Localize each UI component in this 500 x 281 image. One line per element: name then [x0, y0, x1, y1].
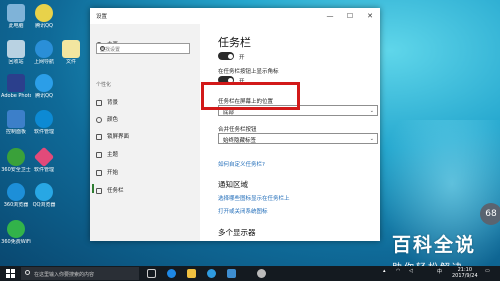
- desktop-icon-control-panel[interactable]: 控制面板: [1, 110, 31, 135]
- chevron-down-icon: ⌄: [369, 108, 374, 114]
- desktop-icon-file[interactable]: 文件: [56, 40, 86, 65]
- search-icon: [100, 46, 105, 51]
- close-button[interactable]: ✕: [360, 8, 380, 24]
- picture-icon: [96, 99, 102, 106]
- volume-icon[interactable]: ◁: [409, 268, 413, 274]
- notification-heading: 通知区域: [218, 180, 248, 189]
- floating-badge[interactable]: 68: [480, 203, 500, 225]
- desktop-icon-photoshop[interactable]: Adobe Photosh: [1, 74, 31, 99]
- desktop-icon-qqbrowser[interactable]: QQ浏览器: [29, 183, 59, 208]
- desktop-icon-software[interactable]: 软件管理: [29, 110, 59, 135]
- desktop-icon-recycle-bin[interactable]: 回收站: [1, 40, 31, 65]
- file-icon: [62, 40, 80, 58]
- search-input[interactable]: 查找设置: [96, 43, 190, 54]
- task-view-icon[interactable]: [147, 269, 156, 278]
- folder-icon[interactable]: [187, 269, 196, 278]
- sidebar-item-taskbar[interactable]: 任务栏: [96, 186, 124, 194]
- wifi-icon: [7, 220, 25, 238]
- browser-icon: [7, 183, 25, 201]
- network-icon[interactable]: ▴: [383, 268, 386, 274]
- 360-icon: [7, 148, 25, 166]
- desktop-icon-this-pc[interactable]: 此电脑: [1, 4, 31, 29]
- title-bar: 设置 — ☐ ✕: [90, 8, 380, 24]
- desktop-icon-software2[interactable]: 软件管理: [29, 146, 59, 173]
- system-icons-link[interactable]: 打开或关闭系统图标: [218, 207, 268, 215]
- palette-icon: [96, 116, 102, 123]
- highlight-box: [201, 82, 300, 110]
- start-button[interactable]: [6, 269, 15, 278]
- recycle-bin-icon: [7, 40, 25, 58]
- sidebar-item-themes[interactable]: 主题: [96, 150, 118, 158]
- combine-label: 合并任务栏按钮: [218, 127, 257, 133]
- settings-window: 设置 — ☐ ✕ 主页 查找设置 个性化 背景 颜色 锁屏界面 主题 开始 任务…: [90, 8, 380, 241]
- customize-link[interactable]: 如何自定义任务栏?: [218, 160, 265, 168]
- sidebar: 主页 查找设置 个性化 背景 颜色 锁屏界面 主题 开始 任务栏: [90, 24, 200, 241]
- desktop-icon-qq2[interactable]: 腾讯QQ: [29, 74, 59, 99]
- combine-select[interactable]: 始终隐藏标签 ⌄: [218, 133, 378, 144]
- desktop-icon-360browser[interactable]: 360浏览器: [1, 183, 31, 208]
- brush-icon: [96, 151, 102, 158]
- active-indicator: [92, 184, 94, 193]
- maximize-button[interactable]: ☐: [340, 8, 360, 24]
- taskbar-icon: [96, 187, 102, 194]
- qq-icon: [35, 4, 53, 22]
- settings-gear-icon[interactable]: [257, 269, 266, 278]
- watermark-title: 百科全说: [392, 234, 477, 256]
- taskbar-search[interactable]: 在这里输入你要搜索的内容: [21, 267, 139, 280]
- software-manager-icon: [33, 146, 55, 168]
- action-center-icon[interactable]: ▭: [485, 268, 490, 274]
- desktop-icon-360[interactable]: 360安全卫士: [1, 148, 31, 173]
- browser-taskbar-icon[interactable]: [207, 269, 216, 278]
- edge-icon[interactable]: [167, 269, 176, 278]
- lock-taskbar-toggle[interactable]: [218, 52, 234, 60]
- select-icons-link[interactable]: 选择哪些图标显示在任务栏上: [218, 194, 290, 202]
- clock[interactable]: 21:10 2017/9/24: [452, 267, 478, 279]
- computer-icon: [7, 4, 25, 22]
- chevron-down-icon: ⌄: [369, 136, 374, 142]
- toggle1-state: 开: [239, 55, 245, 61]
- language-indicator[interactable]: 中: [437, 268, 442, 275]
- lock-screen-icon: [96, 133, 102, 140]
- shield-icon: [35, 110, 53, 128]
- wifi-tray-icon[interactable]: ◠: [396, 268, 400, 274]
- section-label: 个性化: [96, 82, 112, 88]
- start-icon: [96, 169, 102, 176]
- taskbar: 在这里输入你要搜索的内容 ▴ ◠ ◁ 中 21:10 2017/9/24 ▭: [0, 266, 500, 281]
- sidebar-item-start[interactable]: 开始: [96, 168, 118, 176]
- main-content: 任务栏 开 在任务栏按钮上显示角标 开 任务栏在屏幕上的位置 底部 ⌄ 合并任务…: [200, 24, 380, 241]
- ie-icon: [35, 40, 53, 58]
- page-title: 任务栏: [218, 36, 251, 49]
- minimize-button[interactable]: —: [320, 8, 340, 24]
- photoshop-icon: [7, 74, 25, 92]
- desktop-icon-wifi[interactable]: 360免费WiFi: [1, 220, 31, 245]
- desktop-icon-nav[interactable]: 上网导航: [29, 40, 59, 65]
- qq-browser-icon: [35, 183, 53, 201]
- qq-penguin-icon: [35, 74, 53, 92]
- window-title: 设置: [96, 14, 108, 20]
- sidebar-item-background[interactable]: 背景: [96, 98, 118, 106]
- search-icon: [25, 270, 30, 275]
- sidebar-item-lock-screen[interactable]: 锁屏界面: [96, 132, 129, 140]
- store-icon[interactable]: [227, 269, 236, 278]
- multi-display-heading: 多个显示器: [218, 228, 256, 237]
- badges-label: 在任务栏按钮上显示角标: [218, 69, 279, 75]
- control-panel-icon: [7, 110, 25, 128]
- desktop-icon-qq[interactable]: 腾讯QQ: [29, 4, 59, 29]
- sidebar-item-colors[interactable]: 颜色: [96, 115, 118, 123]
